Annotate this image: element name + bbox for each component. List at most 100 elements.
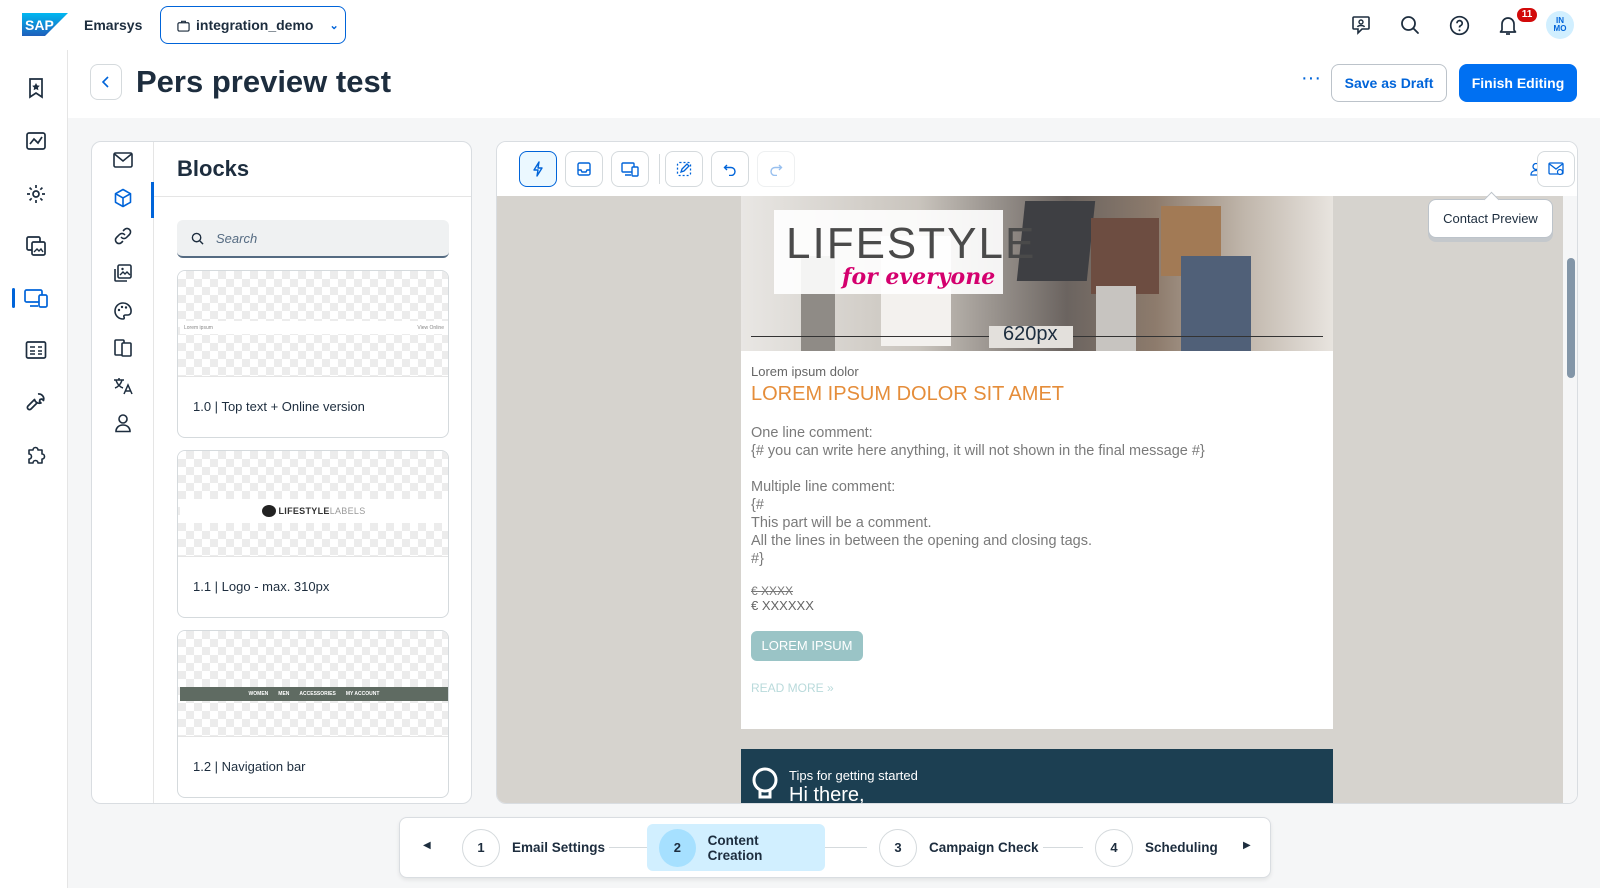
lifestyle-word: LIFESTYLE [786, 219, 1037, 268]
back-button[interactable] [90, 64, 122, 100]
translate-icon[interactable] [111, 374, 135, 398]
wizard-prev-arrow-icon[interactable]: ◀ [423, 840, 431, 851]
nav-content-icon[interactable] [24, 234, 48, 258]
toolbar-divider [659, 154, 660, 184]
lightning-button[interactable] [519, 151, 557, 187]
comment-body: All the lines in between the opening and… [751, 533, 1092, 549]
briefcase-icon [177, 20, 190, 32]
search-icon [191, 232, 204, 245]
page-header: Pers preview test ··· Save as Draft Fini… [68, 50, 1600, 118]
workspace-name: integration_demo [196, 17, 314, 33]
svg-text:SAP: SAP [25, 17, 54, 33]
finish-editing-button[interactable]: Finish Editing [1459, 64, 1577, 102]
feedback-icon[interactable] [1349, 13, 1373, 37]
logo-mark-icon [262, 505, 277, 517]
thumb-nav-item: MEN [278, 691, 290, 697]
campaign-wizard: ◀ 1 Email Settings 2 Content Creation 3 … [399, 817, 1271, 878]
inbox-preview-button[interactable] [565, 151, 603, 187]
sap-logo[interactable]: SAP [22, 13, 68, 36]
redo-button[interactable] [757, 151, 795, 187]
blocks-search-input[interactable]: Search [177, 220, 449, 258]
email-canvas: LIFESTYLE for everyone 620px Lorem ipsum… [497, 196, 1563, 803]
cta-button[interactable]: LOREM IPSUM [751, 631, 863, 661]
step-connector [609, 847, 647, 848]
step-label: Content Creation [707, 832, 763, 863]
editor-toolbar [497, 142, 1577, 196]
thumb-top-text-strip: Lorem ipsum View Online [180, 321, 448, 334]
palette-icon[interactable] [111, 299, 135, 323]
nav-tools-wrench-icon[interactable] [24, 390, 48, 414]
search-icon[interactable] [1398, 13, 1422, 37]
app-name: Emarsys [84, 17, 143, 33]
nav-bookmark-star-icon[interactable] [24, 76, 48, 100]
top-bar: SAP Emarsys integration_demo ⌄ 11 IN MO [0, 0, 1600, 50]
workspace-selector[interactable]: integration_demo ⌄ [160, 6, 346, 44]
read-more-link[interactable]: READ MORE » [751, 681, 1323, 695]
step-number: 4 [1095, 828, 1133, 867]
wizard-step-campaign-check[interactable]: 3 Campaign Check [867, 824, 1051, 871]
help-icon[interactable] [1447, 13, 1471, 37]
comment-body: #} [751, 551, 764, 567]
layout-copy-icon[interactable] [111, 336, 135, 360]
block-card-navigation-bar[interactable]: WOMEN MEN ACCESSORIES MY ACCOUNT 1.2 | N… [177, 630, 449, 798]
nav-add-ons-puzzle-icon[interactable] [24, 442, 48, 466]
lightbulb-icon [752, 767, 778, 799]
save-as-draft-button[interactable]: Save as Draft [1331, 64, 1447, 102]
email-settings-icon[interactable] [111, 148, 135, 172]
images-icon[interactable] [111, 261, 135, 285]
comment-body: {# [751, 497, 764, 513]
thumb-logo: LIFESTYLE LABELS [180, 499, 448, 523]
block-card-logo[interactable]: LIFESTYLE LABELS 1.1 | Logo - max. 310px [177, 450, 449, 618]
blocks-cube-icon[interactable] [111, 186, 135, 210]
hero-bag [1091, 218, 1159, 294]
wizard-step-email-settings[interactable]: 1 Email Settings [450, 824, 617, 871]
comment-title: One line comment: [751, 425, 873, 441]
send-test-email-button[interactable] [1537, 151, 1575, 187]
nav-automation-gear-icon[interactable] [24, 182, 48, 206]
lightning-icon [533, 161, 543, 177]
lifestyle-tagline: for everyone [842, 264, 996, 290]
step-label: Campaign Check [929, 840, 1039, 855]
old-price: € XXXX [751, 584, 794, 598]
wizard-step-scheduling[interactable]: 4 Scheduling [1083, 824, 1230, 871]
thumb-nav-bar: WOMEN MEN ACCESSORIES MY ACCOUNT [180, 687, 448, 701]
email-heading: LOREM IPSUM DOLOR SIT AMET [751, 383, 1065, 405]
thumb-nav-item: MY ACCOUNT [345, 691, 380, 697]
comment-body: {# you can write here anything, it will … [751, 443, 1205, 459]
step-number: 1 [462, 828, 500, 867]
avatar[interactable]: IN MO [1546, 11, 1574, 39]
search-placeholder: Search [216, 230, 258, 246]
block-card-top-text[interactable]: Lorem ipsum View Online 1.0 | Top text +… [177, 270, 449, 438]
editor-scrollbar[interactable] [1563, 196, 1577, 803]
email-editor: LIFESTYLE for everyone 620px Lorem ipsum… [496, 141, 1578, 804]
left-navigation [0, 50, 68, 888]
more-options-button[interactable]: ··· [1294, 67, 1328, 97]
devices-icon [621, 162, 639, 177]
step-label: Scheduling [1145, 840, 1218, 855]
notification-badge: 11 [1517, 8, 1537, 22]
inbox-icon [577, 162, 591, 176]
email-content: LIFESTYLE for everyone 620px Lorem ipsum… [741, 196, 1333, 729]
personalization-user-icon[interactable] [111, 411, 135, 435]
thumb-right-text: View Online [417, 324, 444, 331]
undo-button[interactable] [711, 151, 749, 187]
device-preview-button[interactable] [611, 151, 649, 187]
comment-title: Multiple line comment: [751, 479, 896, 495]
hero-image[interactable]: LIFESTYLE for everyone 620px [741, 196, 1333, 351]
thumb-nav-item: ACCESSORIES [299, 691, 336, 697]
hero-figure [1096, 286, 1136, 351]
thumb-left-text: Lorem ipsum [184, 324, 213, 331]
nav-channels-devices-icon[interactable] [12, 286, 48, 310]
email-body[interactable]: Lorem ipsum dolor LOREM IPSUM DOLOR SIT … [751, 364, 1323, 695]
edit-mode-button[interactable] [665, 151, 703, 187]
wizard-next-arrow-icon[interactable]: ▶ [1243, 840, 1251, 851]
wizard-step-content-creation[interactable]: 2 Content Creation [647, 824, 825, 871]
redo-icon [770, 164, 783, 176]
link-icon[interactable] [111, 224, 135, 248]
page-title: Pers preview test [136, 64, 392, 99]
tips-banner[interactable]: Tips for getting started Hi there, [741, 749, 1333, 803]
nav-analytics-icon[interactable] [24, 129, 48, 153]
scrollbar-thumb[interactable] [1567, 258, 1575, 378]
nav-contacts-card-icon[interactable] [24, 338, 48, 362]
undo-icon [723, 164, 736, 176]
